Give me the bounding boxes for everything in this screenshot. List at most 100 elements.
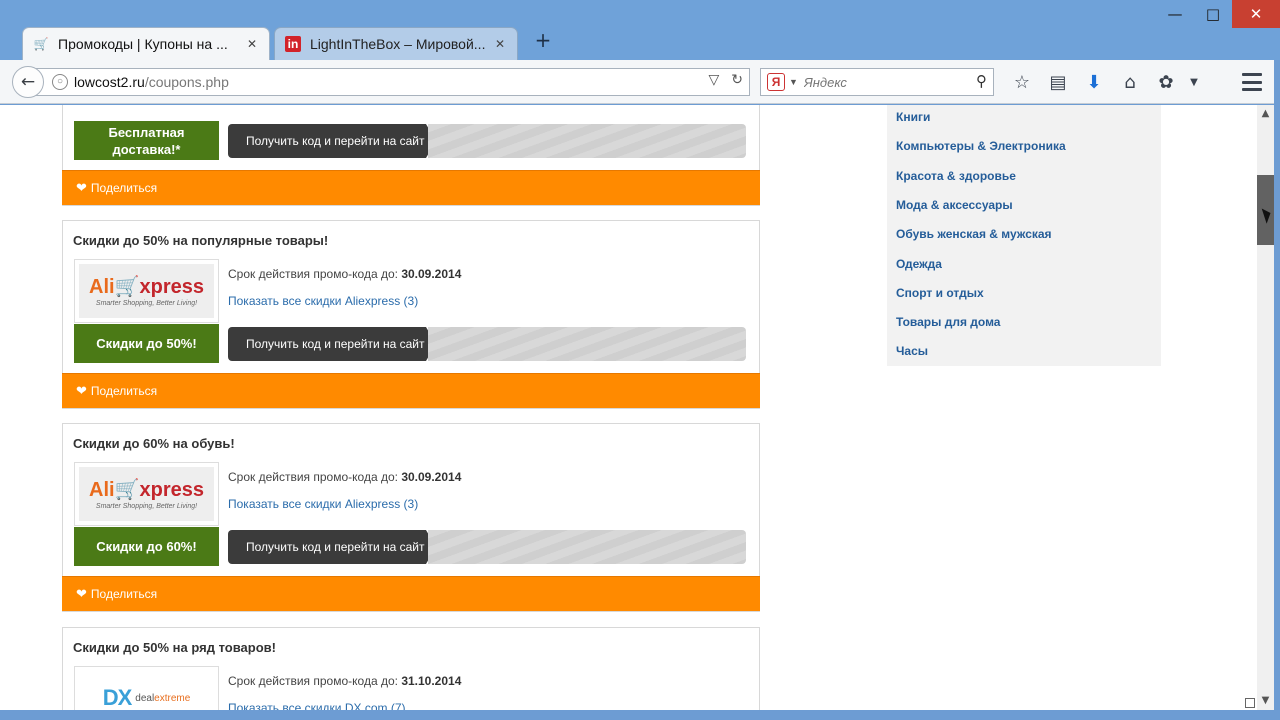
coupon-card: Скидки до 50% на популярные товары! Ali🛒… [62, 220, 760, 409]
category-link[interactable]: Книги [896, 110, 930, 124]
search-icon[interactable]: ⚲ [976, 72, 987, 90]
addon-icon[interactable]: ✿ [1148, 68, 1184, 96]
dealextreme-logo[interactable]: DX dealextreme [74, 666, 219, 710]
share-label: Поделиться [90, 181, 158, 195]
validity-date: 31.10.2014 [401, 674, 462, 688]
validity-label: Срок действия промо-кода до: [228, 674, 398, 688]
address-bar[interactable]: ○ lowcost2.ru /coupons.php ▽ ↻ [36, 68, 750, 96]
get-code-button[interactable]: Получить код и перейти на сайт [228, 124, 746, 158]
cart-icon: 🛒 [114, 478, 140, 501]
coupon-title: Скидки до 60% на обувь! [73, 436, 235, 451]
resize-grip-icon[interactable] [1245, 698, 1255, 708]
url-path: /coupons.php [144, 74, 229, 90]
share-bar[interactable]: ❤ Поделиться [62, 373, 760, 408]
tab-title: LightInTheBox – Мировой... [310, 36, 486, 52]
get-code-label: Получить код и перейти на сайт [228, 327, 426, 361]
logo-text: xpress [139, 478, 204, 501]
download-icon[interactable]: ⬇ [1076, 68, 1112, 96]
validity: Срок действия промо-кода до: 30.09.2014 [228, 470, 461, 484]
category-link[interactable]: Обувь женская & мужская [896, 227, 1052, 241]
validity-date: 30.09.2014 [401, 267, 462, 281]
category-sidebar: Книги Компьютеры & Электроника Красота &… [887, 105, 1161, 366]
reload-icon[interactable]: ↻ [731, 72, 743, 88]
category-link[interactable]: Часы [896, 344, 928, 358]
coupon-title: Скидки до 50% на популярные товары! [73, 233, 329, 248]
get-code-label: Получить код и перейти на сайт [228, 124, 426, 158]
category-link[interactable]: Спорт и отдых [896, 286, 984, 300]
hidden-code-area [428, 530, 746, 564]
coupon-card: Скидки до 60% на обувь! Ali🛒xpress Smart… [62, 423, 760, 612]
logo-text: Ali [89, 275, 115, 298]
back-button[interactable]: ← [12, 66, 44, 98]
dropdown-arrow-icon[interactable]: ▽ [708, 72, 719, 88]
yandex-icon[interactable]: Я [767, 73, 785, 91]
coupon-title: Скидки до 50% на ряд товаров! [73, 640, 276, 655]
cart-icon: 🛒 [114, 275, 140, 298]
share-label: Поделиться [90, 587, 158, 601]
minimize-icon[interactable]: — [1156, 0, 1194, 28]
validity-label: Срок действия промо-кода до: [228, 470, 398, 484]
coupon-card: Скидки до 50% на ряд товаров! DX dealext… [62, 627, 760, 710]
deal-badge: Скидки до 50%! [74, 324, 219, 363]
search-bar[interactable]: Я ▼ ⚲ [760, 68, 994, 96]
tab-lightinthebox[interactable]: in LightInTheBox – Мировой... ✕ [274, 27, 518, 60]
deal-badge: Скидки до 60%! [74, 527, 219, 566]
vertical-scrollbar[interactable]: ▲ ▼ [1257, 105, 1274, 710]
validity: Срок действия промо-кода до: 31.10.2014 [228, 674, 461, 688]
coupon-card: Бесплатная доставка!* Получить код и пер… [62, 105, 760, 206]
bookmark-star-icon[interactable]: ☆ [1004, 68, 1040, 96]
lightinthebox-favicon-icon: in [285, 36, 301, 52]
category-link[interactable]: Красота & здоровье [896, 169, 1016, 183]
validity: Срок действия промо-кода до: 30.09.2014 [228, 267, 461, 281]
hidden-code-area [428, 124, 746, 158]
logo-text: Ali [89, 478, 115, 501]
window-controls: — □ ✕ [1156, 0, 1280, 30]
new-tab-plus-icon[interactable]: + [532, 29, 554, 51]
search-input[interactable] [803, 74, 964, 90]
get-code-label: Получить код и перейти на сайт [228, 530, 426, 564]
heart-icon: ❤ [76, 383, 87, 399]
tab-strip: — □ ✕ 🛒 Промокоды | Купоны на ... ✕ in L… [0, 0, 1280, 60]
show-all-link[interactable]: Показать все скидки DX.com (7) [228, 701, 406, 710]
share-bar[interactable]: ❤ Поделиться [62, 576, 760, 611]
validity-label: Срок действия промо-кода до: [228, 267, 398, 281]
logo-slogan: Smarter Shopping, Better Living! [95, 502, 198, 510]
category-link[interactable]: Компьютеры & Электроника [896, 139, 1066, 153]
cart-icon: 🛒 [33, 37, 49, 51]
show-all-link[interactable]: Показать все скидки Aliexpress (3) [228, 294, 418, 308]
window-border [1274, 60, 1280, 720]
get-code-button[interactable]: Получить код и перейти на сайт [228, 530, 746, 564]
category-link[interactable]: Одежда [896, 257, 942, 271]
close-window-icon[interactable]: ✕ [1232, 0, 1280, 28]
get-code-button[interactable]: Получить код и перейти на сайт [228, 327, 746, 361]
scroll-down-icon[interactable]: ▼ [1257, 692, 1274, 710]
bookmarks-list-icon[interactable]: ▤ [1040, 68, 1076, 96]
hidden-code-area [428, 327, 746, 361]
back-arrow-icon: ← [20, 72, 36, 92]
logo-slogan: Smarter Shopping, Better Living! [95, 299, 198, 307]
close-tab-icon[interactable]: ✕ [493, 37, 507, 51]
category-link[interactable]: Товары для дома [896, 315, 1000, 329]
scroll-up-icon[interactable]: ▲ [1257, 105, 1274, 123]
share-bar[interactable]: ❤ Поделиться [62, 170, 760, 205]
heart-icon: ❤ [76, 180, 87, 196]
tab-promocodes[interactable]: 🛒 Промокоды | Купоны на ... ✕ [22, 27, 270, 60]
menu-hamburger-icon[interactable] [1240, 70, 1264, 94]
logo-text: DX [102, 685, 133, 710]
aliexpress-logo[interactable]: Ali🛒xpress Smarter Shopping, Better Livi… [74, 462, 219, 526]
heart-icon: ❤ [76, 586, 87, 602]
show-all-link[interactable]: Показать все скидки Aliexpress (3) [228, 497, 418, 511]
validity-date: 30.09.2014 [401, 470, 462, 484]
aliexpress-logo[interactable]: Ali🛒xpress Smarter Shopping, Better Livi… [74, 259, 219, 323]
tab-title: Промокоды | Купоны на ... [58, 36, 228, 52]
maximize-icon[interactable]: □ [1194, 0, 1232, 28]
toolbar-icons: ☆ ▤ ⬇ ⌂ ✿ ▼ [1004, 68, 1204, 96]
addon-dropdown-icon[interactable]: ▼ [1184, 68, 1204, 96]
browser-window: — □ ✕ 🛒 Промокоды | Купоны на ... ✕ in L… [0, 0, 1280, 720]
window-border [0, 710, 1280, 720]
close-tab-icon[interactable]: ✕ [245, 37, 259, 51]
search-engine-dropdown-icon[interactable]: ▼ [789, 77, 798, 87]
category-link[interactable]: Мода & аксессуары [896, 198, 1013, 212]
logo-text: xpress [139, 275, 204, 298]
home-icon[interactable]: ⌂ [1112, 68, 1148, 96]
